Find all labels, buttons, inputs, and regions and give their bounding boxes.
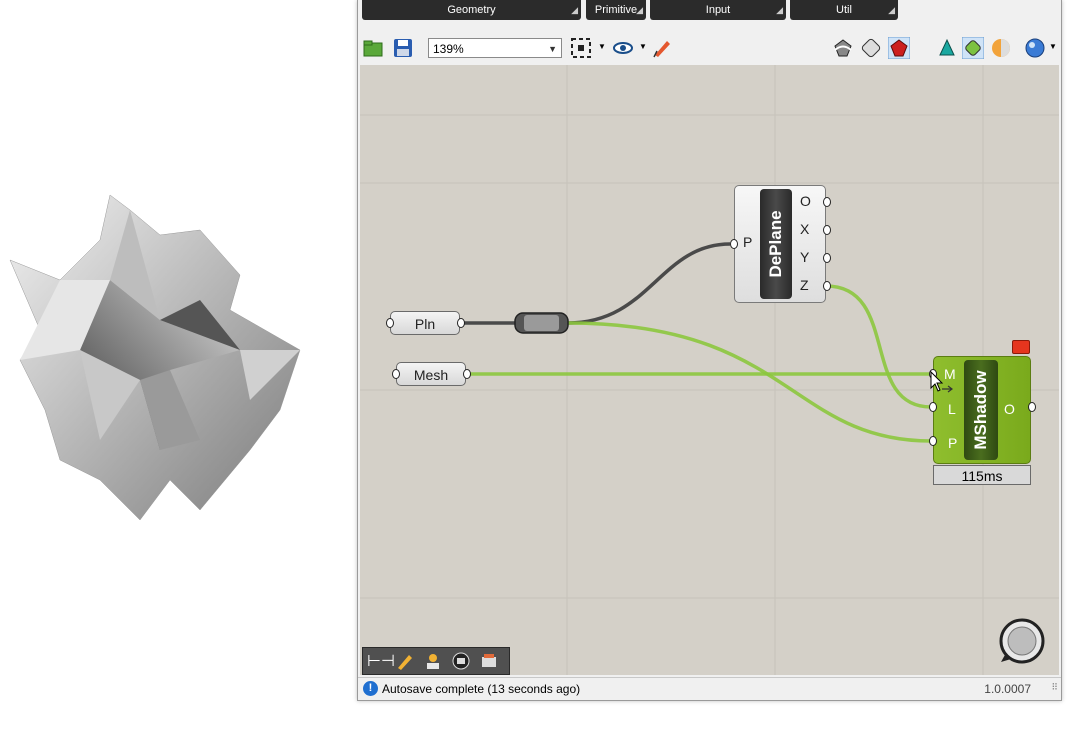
dropdown-arrow-icon[interactable]: ▼ bbox=[639, 42, 647, 51]
grasshopper-canvas[interactable]: Pln Mesh P DePlane O X Y Z M L P MShadow… bbox=[360, 65, 1059, 675]
relay-node bbox=[514, 312, 569, 334]
mouse-cursor-icon bbox=[930, 371, 953, 393]
param-label: Pln bbox=[414, 316, 436, 332]
display-sphere-icon[interactable] bbox=[1024, 37, 1046, 59]
markup-icon[interactable] bbox=[395, 651, 415, 671]
component-title: MShadow bbox=[971, 370, 990, 450]
zoom-select[interactable]: 139% ▼ bbox=[428, 38, 562, 58]
component-timer: 115ms bbox=[933, 465, 1031, 485]
param-mesh[interactable]: Mesh bbox=[396, 362, 466, 386]
ribbon-group-util[interactable]: Util ◢ bbox=[790, 0, 898, 20]
expand-icon[interactable]: ◢ bbox=[888, 0, 895, 20]
output-label-o: O bbox=[1004, 401, 1015, 417]
bake-icon[interactable] bbox=[479, 651, 499, 671]
output-label-o: O bbox=[800, 193, 811, 209]
version-label: 1.0.0007 bbox=[984, 682, 1031, 696]
component-core: DePlane bbox=[760, 189, 792, 299]
dropdown-arrow-icon[interactable]: ▼ bbox=[1049, 42, 1057, 51]
canvas-navigation-widget[interactable] bbox=[998, 617, 1046, 665]
output-label-y: Y bbox=[800, 249, 810, 265]
wire-deplane-z-to-mshadow-l bbox=[825, 284, 932, 409]
display-green-icon[interactable] bbox=[936, 37, 958, 59]
resize-grip-icon[interactable]: ⠿ bbox=[1051, 676, 1058, 698]
preview-wireframe-icon[interactable] bbox=[832, 37, 854, 59]
grasshopper-window: Geometry ◢ Primitive ◢ Input ◢ Util ◢ 13… bbox=[357, 0, 1062, 701]
sketch-pen-icon[interactable] bbox=[651, 37, 673, 59]
status-message: Autosave complete (13 seconds ago) bbox=[382, 682, 581, 696]
output-port[interactable] bbox=[1028, 402, 1036, 412]
expand-icon[interactable]: ◢ bbox=[776, 0, 783, 20]
input-port[interactable] bbox=[392, 369, 400, 379]
output-port[interactable] bbox=[823, 197, 831, 207]
output-port[interactable] bbox=[457, 318, 465, 328]
user-object-icon[interactable] bbox=[423, 651, 443, 671]
input-label-p: P bbox=[948, 435, 958, 451]
ribbon-label: Input bbox=[705, 4, 731, 16]
component-deplane[interactable]: P DePlane O X Y Z bbox=[734, 185, 826, 303]
ribbon-label: Geometry bbox=[447, 4, 496, 16]
canvas-toolbar: 139% ▼ ▼ ▼ ▼ bbox=[358, 31, 1061, 65]
wire-relay-to-deplane bbox=[567, 242, 731, 325]
warning-flag-icon[interactable] bbox=[1012, 340, 1030, 354]
dropdown-arrow-icon[interactable]: ▼ bbox=[598, 42, 606, 51]
ribbon-group-geometry[interactable]: Geometry ◢ bbox=[362, 0, 581, 20]
param-label: Mesh bbox=[413, 367, 449, 383]
ribbon-group-input[interactable]: Input ◢ bbox=[650, 0, 786, 20]
status-bar: ! Autosave complete (13 seconds ago) 1.0… bbox=[358, 677, 1061, 700]
component-title: DePlane bbox=[766, 210, 785, 278]
output-port[interactable] bbox=[823, 281, 831, 291]
output-port[interactable] bbox=[823, 253, 831, 263]
input-port[interactable] bbox=[929, 436, 937, 446]
canvas-widget-bar: ⊢⊣ bbox=[362, 647, 510, 675]
display-mesh-icon[interactable] bbox=[962, 37, 984, 59]
preview-icon[interactable] bbox=[451, 651, 471, 671]
output-port[interactable] bbox=[463, 369, 471, 379]
preview-selected-icon[interactable] bbox=[888, 37, 910, 59]
expand-icon[interactable]: ◢ bbox=[636, 0, 643, 20]
display-colour-icon[interactable] bbox=[990, 37, 1012, 59]
output-port[interactable] bbox=[823, 225, 831, 235]
chevron-down-icon[interactable]: ▼ bbox=[548, 39, 557, 59]
open-file-icon[interactable] bbox=[362, 37, 384, 59]
preview-eye-icon[interactable] bbox=[612, 37, 634, 59]
expand-icon[interactable]: ◢ bbox=[571, 0, 578, 20]
input-port[interactable] bbox=[929, 402, 937, 412]
zoom-value: 139% bbox=[433, 42, 464, 56]
output-label-x: X bbox=[800, 221, 810, 237]
param-plane[interactable]: Pln bbox=[390, 311, 460, 335]
ribbon-label: Primitive bbox=[594, 4, 638, 16]
component-core: MShadow bbox=[964, 360, 998, 460]
input-label-l: L bbox=[948, 401, 956, 417]
input-label-p: P bbox=[743, 234, 753, 250]
preview-shaded-icon[interactable] bbox=[860, 37, 882, 59]
input-port[interactable] bbox=[730, 239, 738, 249]
save-file-icon[interactable] bbox=[392, 37, 414, 59]
ribbon-group-primitive[interactable]: Primitive ◢ bbox=[586, 0, 646, 20]
viewport-mesh-object bbox=[9, 194, 301, 521]
zoom-extents-icon[interactable] bbox=[570, 37, 592, 59]
output-label-z: Z bbox=[800, 277, 809, 293]
input-port[interactable] bbox=[386, 318, 394, 328]
info-icon: ! bbox=[363, 681, 378, 696]
ribbon-label: Util bbox=[836, 4, 852, 16]
align-icon[interactable]: ⊢⊣ bbox=[367, 651, 395, 671]
